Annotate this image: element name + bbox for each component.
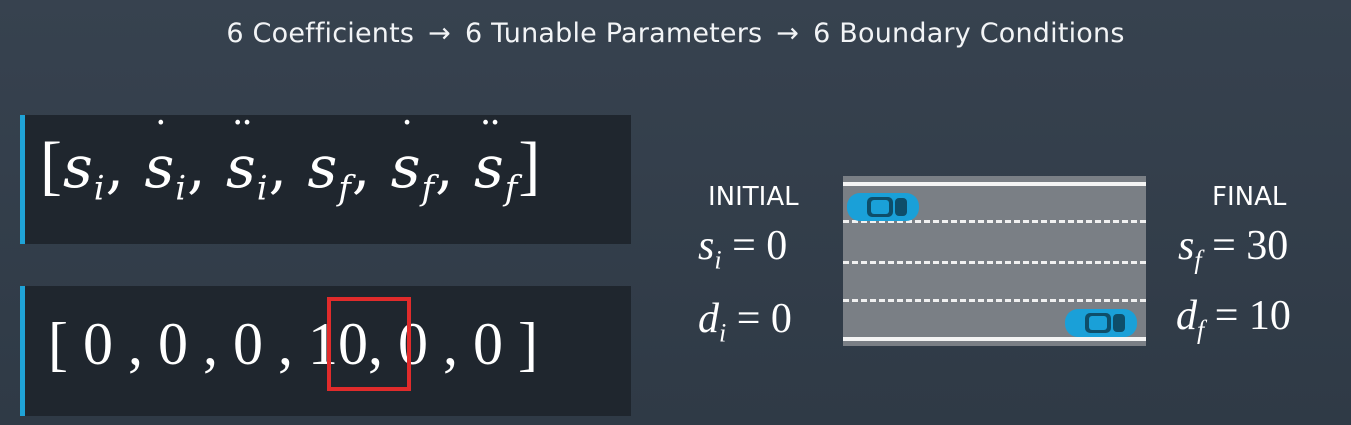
initial-d-equation: di = 0 [698,296,792,348]
s-dot-f: s [391,133,422,201]
vector-values-before: [ 0 , 0 , 0 , [48,311,308,377]
final-d-equation: df = 10 [1176,293,1291,345]
bracket-open: [ [40,129,63,202]
car-icon-initial [847,193,919,221]
final-label: FINAL [1212,182,1287,212]
arrow-icon: → [776,18,800,49]
road [843,176,1146,346]
final-s-equation: sf = 30 [1178,223,1289,275]
sub-f: f [338,168,352,209]
header-part-coefficients: 6 Coefficients [226,18,415,49]
symbolic-vector: [si, si, si, sf, sf, sf] [40,128,541,209]
sub-i: i [93,168,106,209]
comma: , [187,133,207,201]
header-part-parameters: 6 Tunable Parameters [465,18,763,49]
initial-label: INITIAL [708,182,799,212]
bracket-close: ] [518,129,542,202]
comma: , [351,133,372,201]
s-ddot-i: s [226,133,257,201]
header-title: 6 Coefficients → 6 Tunable Parameters → 6 Bo… [0,18,1351,49]
highlight-box [327,297,411,391]
arrow-icon: → [428,18,451,49]
s-symbol: s [307,133,339,201]
s-ddot-f: s [474,133,505,201]
road-edge-top [843,182,1146,186]
s-symbol: s [62,133,94,201]
sub-i: i [256,168,269,209]
sub-i: i [175,168,188,209]
s-dot-i: s [145,133,176,201]
sub-f: f [421,168,436,209]
comma: , [105,133,126,201]
comma: , [435,133,455,201]
lane-divider [843,299,1146,302]
comma: , [268,133,289,201]
sub-f: f [504,168,519,209]
lane-divider [843,261,1146,264]
header-part-boundary: 6 Boundary Conditions [813,18,1125,49]
car-icon-final [1065,309,1137,337]
initial-s-equation: si = 0 [698,223,788,275]
numeric-vector: [ 0 , 0 , 0 , 10, 0 , 0 ] [48,310,538,379]
